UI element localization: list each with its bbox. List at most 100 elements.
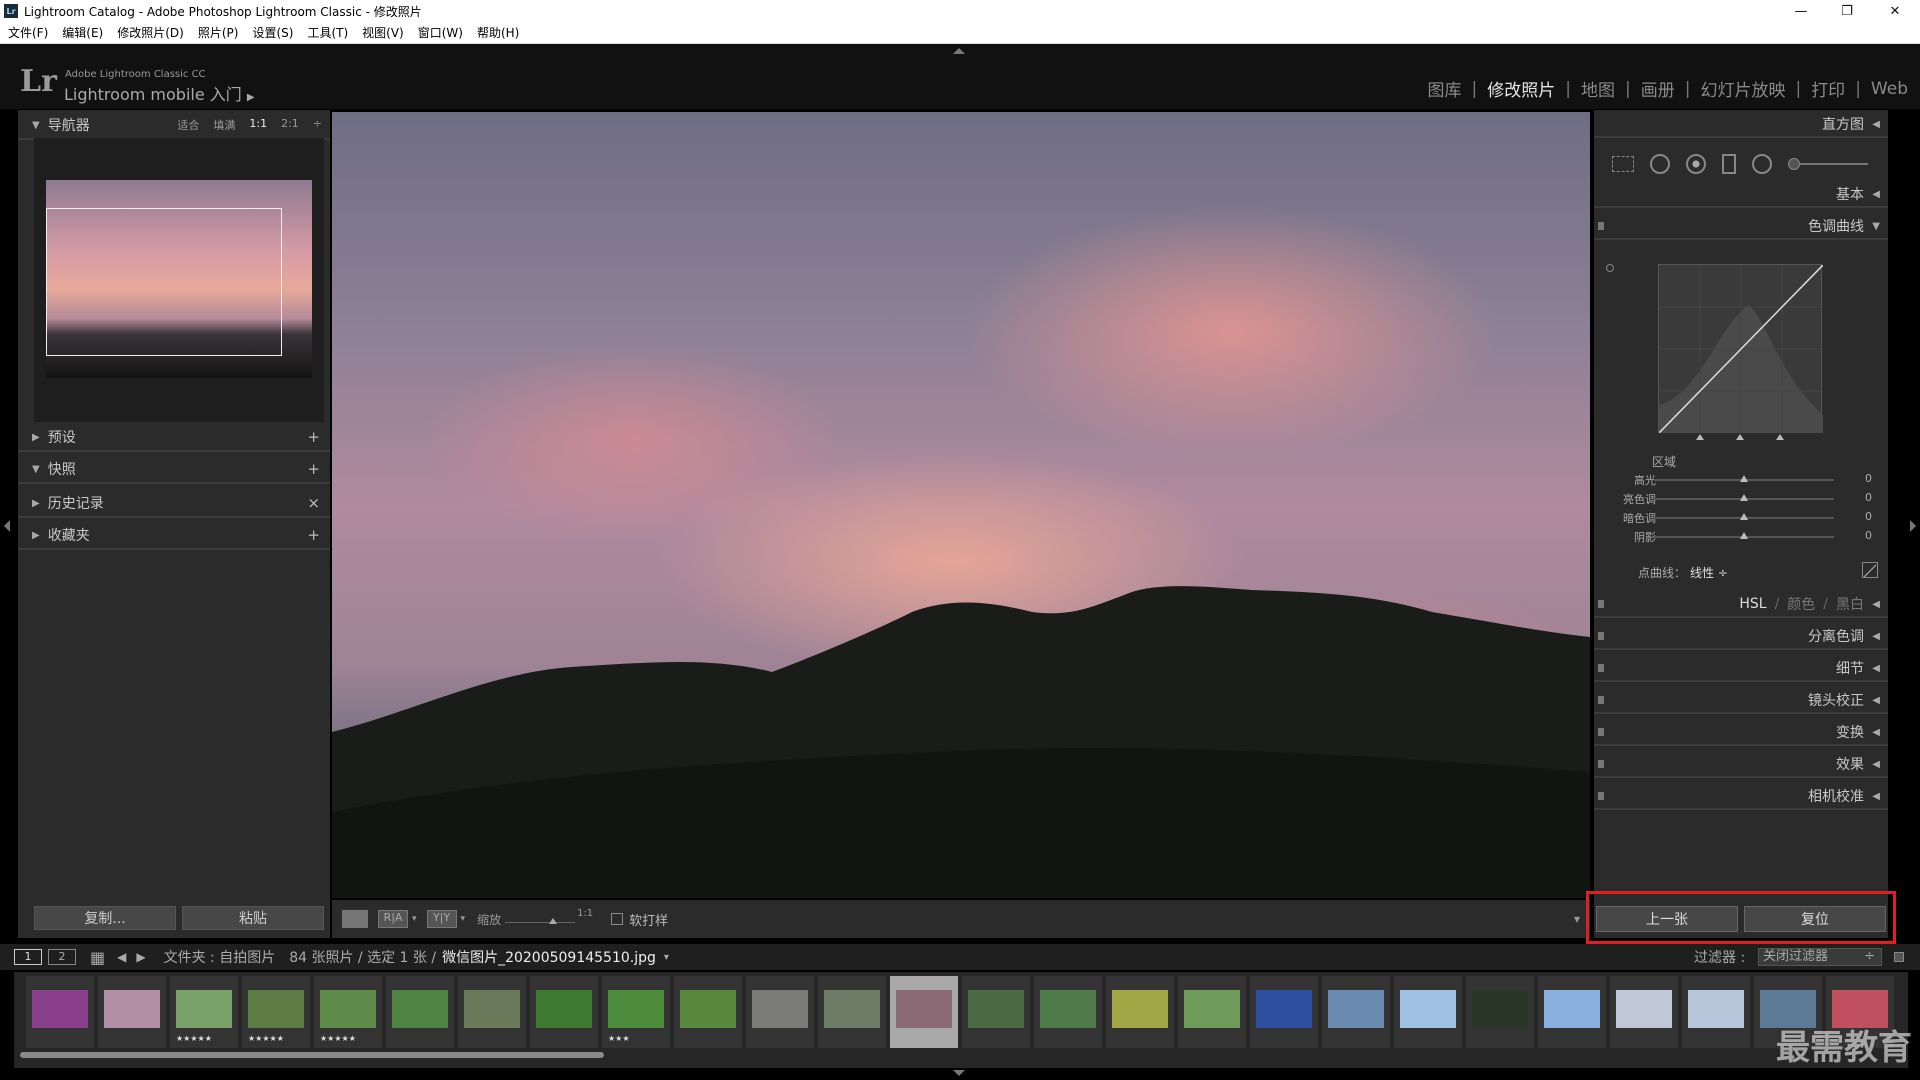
- panel-switch-icon[interactable]: [1598, 222, 1604, 230]
- collapse-top-icon[interactable]: [953, 48, 965, 54]
- filmstrip-thumbnail[interactable]: [674, 976, 742, 1048]
- filmstrip-scrollbar[interactable]: [20, 1052, 604, 1058]
- add-collection-icon[interactable]: +: [307, 526, 320, 544]
- slider-knob[interactable]: [1740, 494, 1748, 501]
- filmstrip-thumbnail[interactable]: [26, 976, 94, 1048]
- filmstrip-thumbnail[interactable]: [962, 976, 1030, 1048]
- filmstrip-thumbnail[interactable]: [1466, 976, 1534, 1048]
- nav-zoom-dropdown-icon[interactable]: ÷: [313, 117, 322, 133]
- paste-settings-button[interactable]: 粘贴: [182, 906, 324, 930]
- tone-curve-graph[interactable]: [1658, 264, 1824, 434]
- filmstrip-thumbnail[interactable]: [1034, 976, 1102, 1048]
- filmstrip-thumbnail[interactable]: [746, 976, 814, 1048]
- bw-tab[interactable]: 黑白: [1836, 594, 1864, 614]
- hsl-header[interactable]: HSL / 颜色 / 黑白 ◀: [1594, 592, 1888, 618]
- secondary-window-button[interactable]: 2: [48, 949, 76, 965]
- filmstrip-thumbnail[interactable]: [1538, 976, 1606, 1048]
- copy-settings-button[interactable]: 复制...: [34, 906, 176, 930]
- play-icon[interactable]: ▶: [247, 92, 255, 103]
- dropdown-arrow-icon[interactable]: ▾: [412, 914, 417, 924]
- menu-file[interactable]: 文件(F): [8, 24, 48, 41]
- primary-window-button[interactable]: 1: [14, 949, 42, 965]
- dropdown-arrow-icon[interactable]: ▾: [461, 914, 466, 924]
- filter-select[interactable]: 关闭过滤器 ÷: [1758, 948, 1882, 966]
- nav-fill[interactable]: 填满: [213, 117, 235, 133]
- presets-header[interactable]: ▶ 预设 +: [18, 424, 330, 452]
- lens-correction-header[interactable]: 镜头校正 ◀: [1594, 688, 1888, 714]
- transform-header[interactable]: 变换 ◀: [1594, 720, 1888, 746]
- main-photo-view[interactable]: [332, 112, 1590, 898]
- filmstrip-thumbnail[interactable]: [98, 976, 166, 1048]
- mobile-getting-started[interactable]: Lightroom mobile 入门 ▶: [64, 81, 255, 105]
- filmstrip-thumbnail[interactable]: ★★★★★: [170, 976, 238, 1048]
- back-arrow-icon[interactable]: ◀: [117, 950, 126, 964]
- nav-2to1[interactable]: 2:1: [281, 117, 299, 133]
- panel-switch-icon[interactable]: [1598, 664, 1604, 672]
- adjustment-brush-slider[interactable]: [1788, 158, 1868, 170]
- navigator-viewport-frame[interactable]: [46, 208, 282, 356]
- before-after-lr-button[interactable]: R|A: [378, 910, 408, 928]
- color-tab[interactable]: 颜色: [1787, 594, 1815, 614]
- menu-develop[interactable]: 修改照片(D): [117, 24, 184, 41]
- menu-edit[interactable]: 编辑(E): [62, 24, 103, 41]
- radial-filter-icon[interactable]: [1752, 154, 1772, 174]
- grid-view-icon[interactable]: ▦: [90, 948, 105, 967]
- detail-header[interactable]: 细节 ◀: [1594, 656, 1888, 682]
- edit-point-curve-icon[interactable]: [1862, 562, 1878, 578]
- filmstrip-thumbnail[interactable]: [1394, 976, 1462, 1048]
- nav-fit[interactable]: 适合: [177, 117, 199, 133]
- forward-arrow-icon[interactable]: ▶: [136, 950, 145, 964]
- targeted-adjust-icon[interactable]: [1606, 264, 1614, 272]
- panel-switch-icon[interactable]: [1598, 728, 1604, 736]
- panel-switch-icon[interactable]: [1598, 600, 1604, 608]
- spot-removal-icon[interactable]: [1650, 154, 1670, 174]
- filmstrip-thumbnail[interactable]: [1106, 976, 1174, 1048]
- darks-slider[interactable]: 暗色调 0: [1594, 510, 1888, 526]
- menu-settings[interactable]: 设置(S): [252, 24, 293, 41]
- add-preset-icon[interactable]: +: [307, 428, 320, 446]
- close-button[interactable]: ✕: [1872, 0, 1918, 22]
- graduated-filter-icon[interactable]: [1722, 154, 1736, 174]
- lights-slider[interactable]: 亮色调 0: [1594, 491, 1888, 507]
- menu-view[interactable]: 视图(V): [362, 24, 404, 41]
- collapse-right-icon[interactable]: [1910, 520, 1916, 532]
- filmstrip-thumbnail[interactable]: [1682, 976, 1750, 1048]
- module-web[interactable]: Web: [1871, 79, 1908, 99]
- filmstrip-thumbnail[interactable]: ★★★★★: [242, 976, 310, 1048]
- menu-window[interactable]: 窗口(W): [418, 24, 463, 41]
- filmstrip-thumbnail[interactable]: ★★★: [602, 976, 670, 1048]
- filmstrip-thumbnail[interactable]: [890, 976, 958, 1048]
- panel-switch-icon[interactable]: [1598, 760, 1604, 768]
- loupe-view-button[interactable]: [342, 910, 368, 928]
- collapse-left-icon[interactable]: [4, 520, 10, 532]
- panel-switch-icon[interactable]: [1598, 632, 1604, 640]
- filter-lock-icon[interactable]: [1894, 952, 1904, 962]
- menu-tools[interactable]: 工具(T): [307, 24, 348, 41]
- filename-dropdown-icon[interactable]: ▾: [664, 952, 669, 963]
- minimize-button[interactable]: —: [1778, 0, 1824, 22]
- panel-switch-icon[interactable]: [1598, 792, 1604, 800]
- filmstrip-thumbnail[interactable]: [1610, 976, 1678, 1048]
- shadows-slider[interactable]: 阴影 0: [1594, 529, 1888, 545]
- source-path[interactable]: 文件夹 : 自拍图片: [164, 947, 276, 967]
- module-library[interactable]: 图库: [1428, 76, 1462, 101]
- module-map[interactable]: 地图: [1581, 76, 1615, 101]
- module-develop[interactable]: 修改照片: [1487, 76, 1555, 101]
- basic-header[interactable]: 基本 ◀: [1594, 182, 1888, 208]
- filmstrip-thumbnail[interactable]: [1250, 976, 1318, 1048]
- histogram-header[interactable]: 直方图 ◀: [1594, 112, 1888, 138]
- slider-knob[interactable]: [1740, 532, 1748, 539]
- current-filename[interactable]: 微信图片_20200509145510.jpg: [442, 947, 656, 967]
- filmstrip-thumbnail[interactable]: ★★★★★: [314, 976, 382, 1048]
- collections-header[interactable]: ▶ 收藏夹 +: [18, 522, 330, 550]
- module-book[interactable]: 画册: [1641, 76, 1675, 101]
- filmstrip-thumbnail[interactable]: [386, 976, 454, 1048]
- add-snapshot-icon[interactable]: +: [307, 460, 320, 478]
- filmstrip-thumbnail[interactable]: [1322, 976, 1390, 1048]
- module-print[interactable]: 打印: [1811, 76, 1845, 101]
- softproof-checkbox[interactable]: [611, 913, 624, 925]
- menu-help[interactable]: 帮助(H): [477, 24, 519, 41]
- point-curve-select[interactable]: 线性 ÷: [1690, 564, 1728, 581]
- filmstrip-thumbnail[interactable]: [458, 976, 526, 1048]
- zoom-slider[interactable]: [505, 914, 576, 924]
